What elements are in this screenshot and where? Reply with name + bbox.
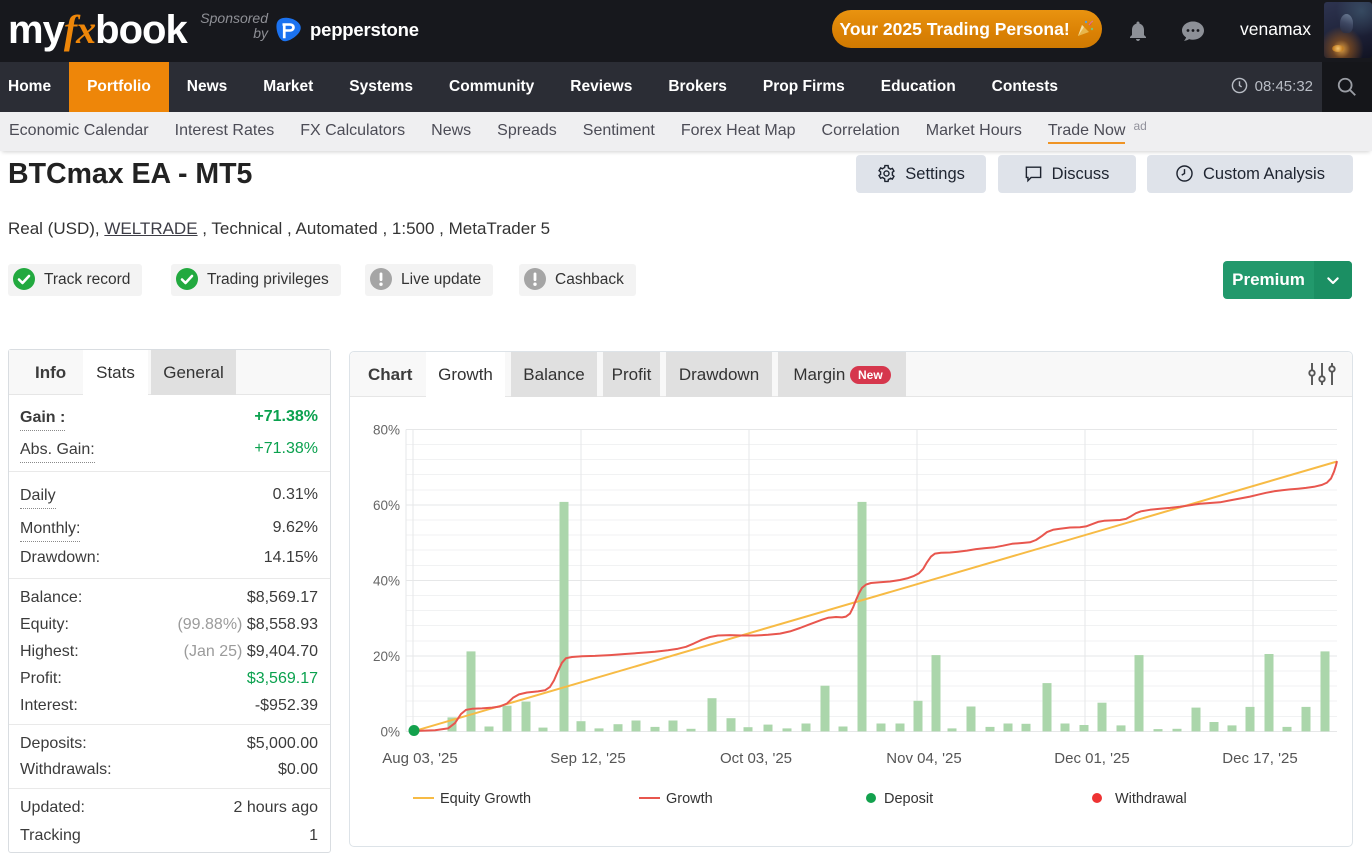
svg-text:Deposit: Deposit xyxy=(884,791,933,807)
svg-text:Equity Growth: Equity Growth xyxy=(440,791,531,807)
svg-text:20%: 20% xyxy=(373,649,400,664)
svg-text:80%: 80% xyxy=(373,422,400,437)
svg-text:60%: 60% xyxy=(373,498,400,513)
svg-text:40%: 40% xyxy=(373,573,400,588)
svg-text:Dec 01, '25: Dec 01, '25 xyxy=(1054,750,1129,767)
svg-text:0%: 0% xyxy=(380,724,400,739)
svg-text:Nov 04, '25: Nov 04, '25 xyxy=(886,750,961,767)
svg-text:Growth: Growth xyxy=(666,791,713,807)
svg-text:Withdrawal: Withdrawal xyxy=(1115,791,1187,807)
svg-text:Aug 03, '25: Aug 03, '25 xyxy=(382,750,457,767)
svg-text:Oct 03, '25: Oct 03, '25 xyxy=(720,750,792,767)
svg-text:Dec 17, '25: Dec 17, '25 xyxy=(1222,750,1297,767)
svg-text:Sep 12, '25: Sep 12, '25 xyxy=(550,750,625,767)
